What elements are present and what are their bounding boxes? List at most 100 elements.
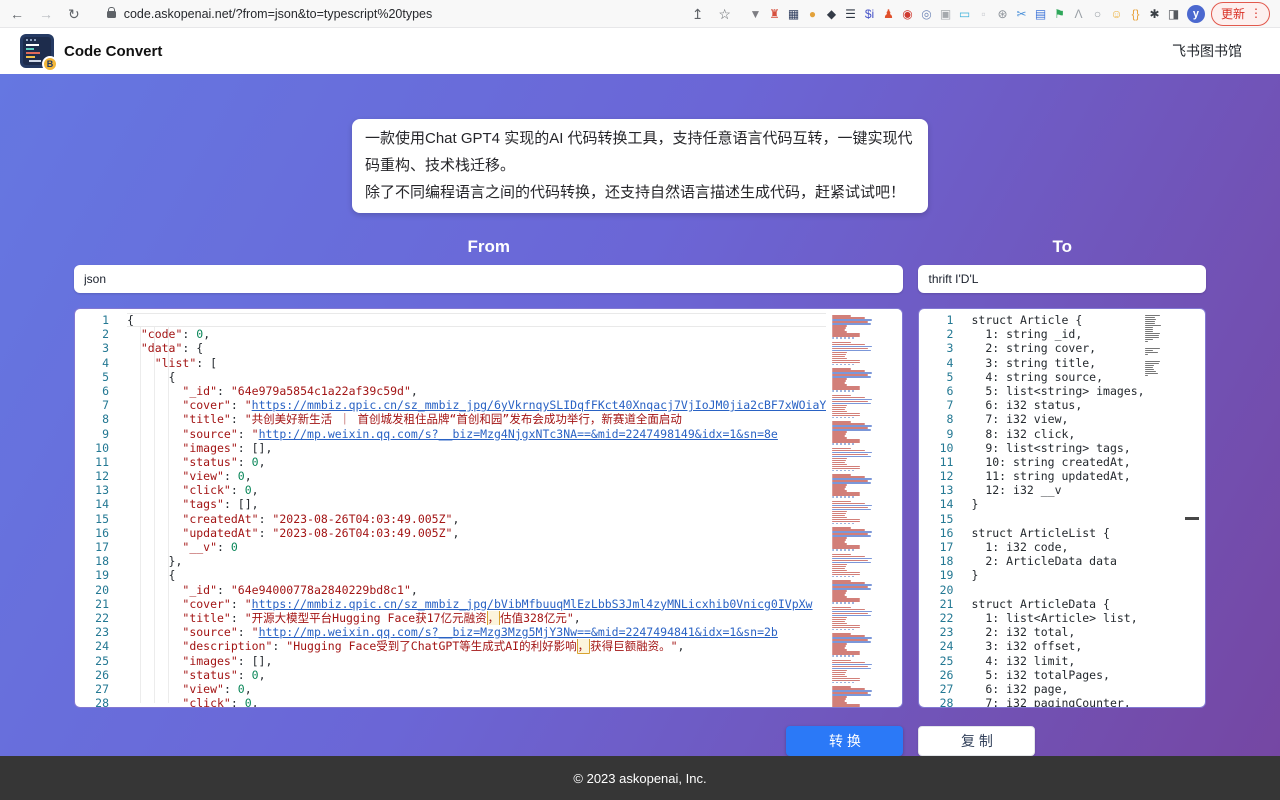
reading-mode-extension-icon[interactable]: ◨	[1164, 8, 1183, 20]
to-label: To	[918, 237, 1206, 257]
browser-menu-icon[interactable]: ⋮	[1250, 6, 1262, 20]
code-line: 2 "code": 0,	[75, 327, 902, 341]
smiley-extension-icon[interactable]: ☺	[1107, 8, 1126, 20]
forward-icon[interactable]: →	[39, 7, 53, 21]
video-camera-extension-icon[interactable]: ▭	[955, 8, 974, 20]
app-logo-icon: B	[20, 34, 54, 68]
site-header: B Code Convert 飞书图书馆	[0, 28, 1280, 74]
recorder-extension-icon[interactable]: ◉	[898, 8, 917, 20]
code-line: 15	[919, 512, 1205, 526]
to-language-input[interactable]	[918, 265, 1206, 293]
code-line: 19}	[919, 568, 1205, 582]
code-line: 11 10: string createdAt,	[919, 455, 1205, 469]
app-logo-badge: B	[42, 56, 58, 72]
v-logo-extension-icon[interactable]: ▼	[746, 8, 765, 20]
source-code-lines: 1{2 "code": 0,3 "data": {4 "list": [5 {6…	[75, 313, 902, 708]
code-line: 25 "images": [],	[75, 654, 902, 668]
notebook-extension-icon[interactable]: ▤	[1031, 8, 1050, 20]
code-line: 4 "list": [	[75, 356, 902, 370]
from-language-input[interactable]	[74, 265, 903, 293]
back-icon[interactable]: ←	[10, 7, 24, 21]
cookie-extension-icon[interactable]: ●	[803, 8, 822, 20]
code-line: 14 "tags": [],	[75, 497, 902, 511]
screenshot-extension-icon[interactable]: ▣	[936, 8, 955, 20]
site-footer: © 2023 askopenai, Inc.	[0, 756, 1280, 800]
code-line: 9 "source": "http://mp.weixin.qq.com/s?_…	[75, 427, 902, 441]
code-line: 10 9: list<string> tags,	[919, 441, 1205, 455]
description-line1: 一款使用Chat GPT4 实现的AI 代码转换工具，支持任意语言代码互转，一键…	[365, 125, 915, 179]
caliper-extension-icon[interactable]: Λ	[1069, 8, 1088, 20]
source-code-editor[interactable]: 1{2 "code": 0,3 "data": {4 "list": [5 {6…	[74, 308, 903, 708]
flag-extension-icon[interactable]: ⚑	[1050, 8, 1069, 20]
code-line: 28 7: i32 pagingCounter,	[919, 696, 1205, 708]
code-line: 20 "_id": "64e94000778a2840229bd8c1",	[75, 583, 902, 597]
code-line: 19 {	[75, 568, 902, 582]
code-line: 24 "description": "Hugging Face受到了ChatGP…	[75, 639, 902, 653]
lighthouse-extension-icon[interactable]: ♟	[879, 8, 898, 20]
shield-extension-icon[interactable]: ◆	[822, 8, 841, 20]
code-line: 28 "click": 0,	[75, 696, 902, 708]
nav-link-feishu-library[interactable]: 飞书图书馆	[1172, 41, 1242, 61]
code-line: 18 },	[75, 554, 902, 568]
code-line: 15 "createdAt": "2023-08-26T04:03:49.005…	[75, 512, 902, 526]
si-extension-icon[interactable]: $i	[860, 8, 879, 20]
code-line: 8 "title": "共创美好新生活 ｜ 首创城发租住品牌“首创和园”发布会成…	[75, 412, 902, 426]
share-icon[interactable]: ↥	[692, 7, 704, 21]
braces-extension-icon[interactable]: {}	[1126, 8, 1145, 20]
code-line: 1{	[75, 313, 902, 327]
inactive-extension-icon[interactable]: ▫	[974, 8, 993, 20]
red-tower-extension-icon[interactable]: ♜	[765, 8, 784, 20]
code-line: 13 "click": 0,	[75, 483, 902, 497]
app-title: Code Convert	[64, 43, 162, 60]
url-bar[interactable]: code.askopenai.net/?from=json&to=typescr…	[124, 7, 433, 21]
code-line: 17 1: i32 code,	[919, 540, 1205, 554]
code-line: 26 5: i32 totalPages,	[919, 668, 1205, 682]
code-line: 12 11: string updatedAt,	[919, 469, 1205, 483]
result-editor-minimap[interactable]	[1145, 315, 1183, 382]
bookmark-star-icon[interactable]: ☆	[718, 7, 731, 21]
update-button-label: 更新	[1221, 5, 1245, 22]
source-editor-minimap[interactable]	[826, 309, 902, 707]
code-line: 9 8: i32 click,	[919, 427, 1205, 441]
from-label: From	[74, 237, 903, 257]
convert-button[interactable]: 转 换	[786, 726, 903, 756]
code-line: 13 12: i32 __v	[919, 483, 1205, 497]
ssl-lock-icon	[107, 11, 116, 18]
copy-button[interactable]: 复 制	[918, 726, 1035, 756]
card-menu-extension-icon[interactable]: ☰	[841, 8, 860, 20]
code-line: 3 "data": {	[75, 341, 902, 355]
search-extension-icon[interactable]: ◎	[917, 8, 936, 20]
code-line: 22 "title": "开源大模型平台Hugging Face获17亿元融资，…	[75, 611, 902, 625]
code-line: 6 5: list<string> images,	[919, 384, 1205, 398]
mouse-extension-icon[interactable]: ○	[1088, 8, 1107, 20]
from-column: From 1{2 "code": 0,3 "data": {4 "list": …	[74, 213, 903, 756]
code-line: 16struct ArticleList {	[919, 526, 1205, 540]
code-line: 14}	[919, 497, 1205, 511]
to-column: To 1struct Article {2 1: string _id,3 2:…	[918, 213, 1206, 756]
gear-extension-icon[interactable]: ⊛	[993, 8, 1012, 20]
scissors-extension-icon[interactable]: ✂	[1012, 8, 1031, 20]
code-line: 10 "images": [],	[75, 441, 902, 455]
code-line: 23 2: i32 total,	[919, 625, 1205, 639]
pixel-grid-extension-icon[interactable]: ▦	[784, 8, 803, 20]
code-line: 18 2: ArticleData data	[919, 554, 1205, 568]
code-line: 5 {	[75, 370, 902, 384]
code-line: 22 1: list<Article> list,	[919, 611, 1205, 625]
code-line: 7 "cover": "https://mmbiz.qpic.cn/sz_mmb…	[75, 398, 902, 412]
code-line: 6 "_id": "64e979a5854c1a22af39c59d",	[75, 384, 902, 398]
profile-avatar[interactable]: y	[1187, 5, 1205, 23]
paw-extension-icon[interactable]: ✱	[1145, 8, 1164, 20]
code-line: 17 "__v": 0	[75, 540, 902, 554]
update-button[interactable]: 更新 ⋮	[1211, 2, 1270, 26]
main-content: 一款使用Chat GPT4 实现的AI 代码转换工具，支持任意语言代码互转，一键…	[0, 74, 1280, 756]
description-card: 一款使用Chat GPT4 实现的AI 代码转换工具，支持任意语言代码互转，一键…	[352, 119, 928, 213]
code-line: 20	[919, 583, 1205, 597]
code-line: 7 6: i32 status,	[919, 398, 1205, 412]
result-code-editor[interactable]: 1struct Article {2 1: string _id,3 2: st…	[918, 308, 1206, 708]
code-line: 27 "view": 0,	[75, 682, 902, 696]
code-line: 26 "status": 0,	[75, 668, 902, 682]
reload-icon[interactable]: ↻	[68, 7, 80, 21]
code-line: 23 "source": "http://mp.weixin.qq.com/s?…	[75, 625, 902, 639]
overview-ruler-cursor	[1185, 517, 1199, 520]
copyright-text: © 2023 askopenai, Inc.	[573, 771, 706, 786]
